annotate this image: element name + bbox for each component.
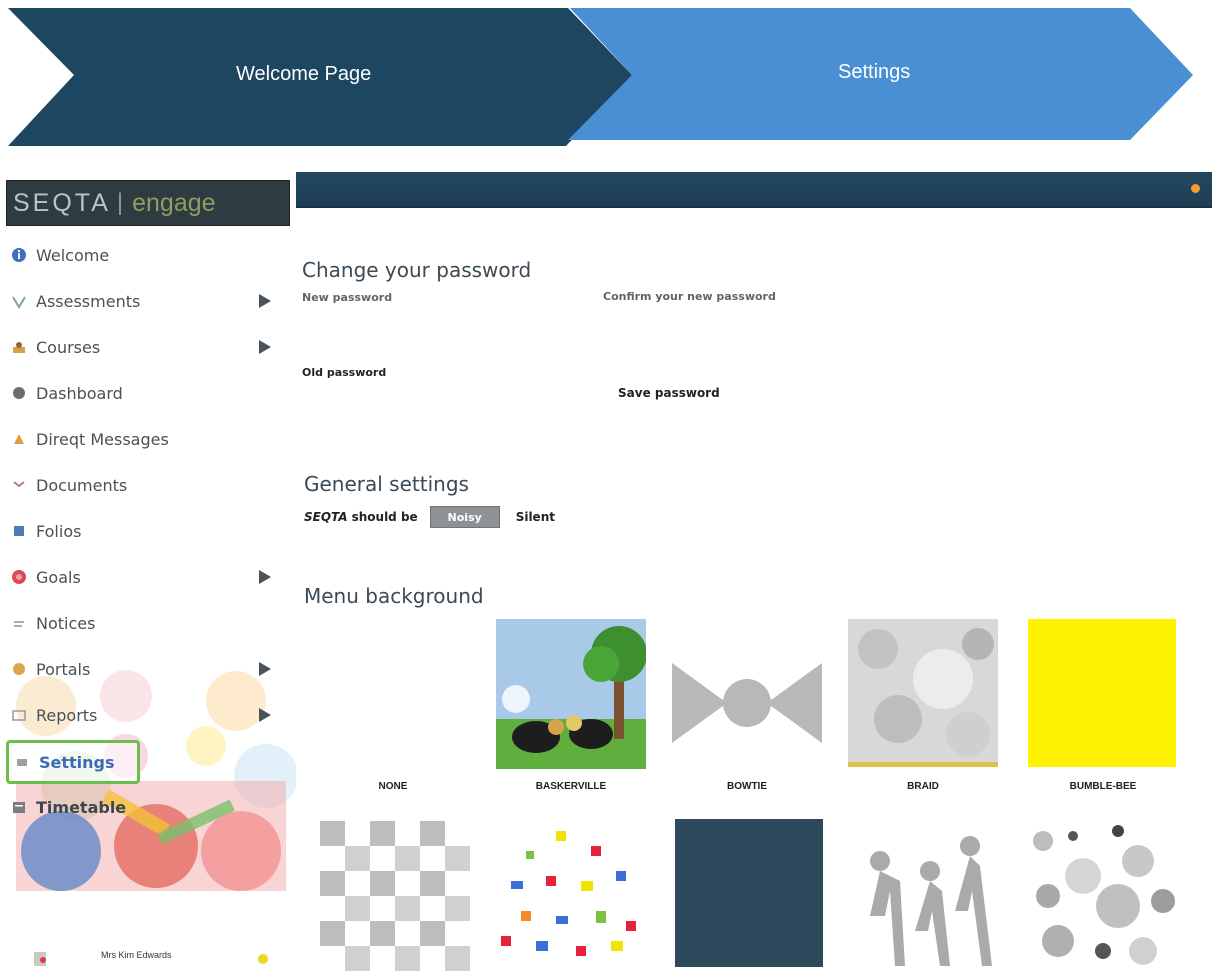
background-option-none[interactable] [318, 619, 468, 769]
sidebar-item-label: Settings [39, 752, 115, 772]
messages-icon [10, 430, 28, 448]
folios-icon [10, 522, 28, 540]
submenu-arrow-icon[interactable] [259, 570, 271, 584]
sidebar-item-label: Assessments [36, 291, 141, 311]
sidebar-item-goals[interactable]: Goals [6, 560, 291, 594]
sidebar-item-portals[interactable]: Portals [6, 652, 291, 686]
sidebar-item-label: Direqt Messages [36, 429, 169, 449]
sidebar-item-direqt-messages[interactable]: Direqt Messages [6, 422, 291, 456]
notification-dot-icon[interactable] [1191, 184, 1200, 193]
sidebar-item-documents[interactable]: Documents [6, 468, 291, 502]
background-option-dots[interactable] [1028, 821, 1178, 971]
sidebar-item-settings[interactable]: Settings [6, 740, 140, 784]
old-password-input[interactable] [302, 384, 562, 404]
background-option-bumble-bee[interactable] [1028, 619, 1178, 769]
background-option-checker[interactable] [320, 821, 470, 971]
top-bar [296, 172, 1212, 208]
save-password-button[interactable]: Save password [618, 386, 720, 400]
sidebar-item-label: Documents [36, 475, 128, 495]
background-label-bumble-bee: BUMBLE-BEE [1069, 781, 1137, 792]
dashboard-icon [10, 384, 28, 402]
background-option-denim[interactable] [675, 819, 825, 969]
sidebar-item-label: Goals [36, 567, 81, 587]
info-icon [10, 246, 28, 264]
user-name: Mrs Kim Edwards [101, 950, 172, 960]
submenu-arrow-icon[interactable] [259, 708, 271, 722]
assessments-icon [10, 292, 28, 310]
background-option-disco[interactable] [850, 821, 1000, 971]
background-label-baskerville: BASKERVILLE [535, 781, 607, 792]
settings-main: Change your password New password Confir… [300, 236, 1200, 977]
submenu-arrow-icon[interactable] [259, 294, 271, 308]
step-settings-label: Settings [838, 61, 911, 83]
step-welcome-label: Welcome Page [236, 63, 372, 85]
sound-toggle[interactable]: Noisy [429, 506, 500, 528]
submenu-arrow-icon[interactable] [259, 340, 271, 354]
sidebar-item-label: Reports [36, 705, 98, 725]
background-option-bowtie[interactable] [672, 628, 822, 778]
sidebar-item-label: Portals [36, 659, 91, 679]
sound-setting-row: SEQTA should be Noisy Silent [304, 506, 555, 528]
sidebar-item-welcome[interactable]: Welcome [6, 238, 291, 272]
background-option-baskerville[interactable] [496, 619, 646, 769]
sidebar-item-timetable[interactable]: Timetable [6, 790, 291, 824]
page-root: Welcome Page Settings SEQTA | engage Wel… [0, 0, 1213, 977]
avatar[interactable] [34, 952, 46, 966]
goals-icon [10, 568, 28, 586]
confirm-password-input[interactable] [603, 308, 863, 328]
logo-separator: | [116, 189, 127, 216]
timetable-icon [10, 798, 28, 816]
silent-option[interactable]: Silent [516, 510, 555, 524]
status-badge[interactable] [258, 954, 268, 964]
background-option-braid[interactable] [848, 619, 998, 769]
portals-icon [10, 660, 28, 678]
menu-background-title: Menu background [304, 584, 484, 608]
sidebar-item-dashboard[interactable]: Dashboard [6, 376, 291, 410]
notices-icon [10, 614, 28, 632]
sidebar-item-reports[interactable]: Reports [6, 698, 291, 732]
sidebar-item-label: Notices [36, 613, 96, 633]
background-option-confetti[interactable] [496, 821, 646, 971]
logo-seqta-text: SEQTA [13, 188, 111, 217]
settings-icon [13, 753, 31, 771]
sidebar-item-folios[interactable]: Folios [6, 514, 291, 548]
app-header: SEQTA | engage [6, 170, 1212, 232]
logo-engage-text: engage [132, 188, 216, 217]
sidebar-item-assessments[interactable]: Assessments [6, 284, 291, 318]
should-be-label: should be [351, 510, 418, 524]
sidebar-item-label: Welcome [36, 245, 110, 265]
submenu-arrow-icon[interactable] [259, 662, 271, 676]
user-panel: Mrs Kim Edwards [6, 944, 296, 974]
sidebar: Welcome Assessments Courses Dashboard Di… [6, 236, 296, 977]
new-password-input[interactable] [302, 308, 562, 328]
old-password-label: Old password [302, 366, 387, 379]
sidebar-item-notices[interactable]: Notices [6, 606, 291, 640]
sidebar-item-label: Timetable [36, 797, 127, 817]
sidebar-item-label: Dashboard [36, 383, 123, 403]
general-settings-title: General settings [304, 472, 469, 496]
sidebar-item-label: Courses [36, 337, 101, 357]
background-label-bowtie: BOWTIE [727, 781, 767, 792]
documents-icon [10, 476, 28, 494]
sidebar-item-courses[interactable]: Courses [6, 330, 291, 364]
step-banner [8, 8, 1193, 146]
seqta-label: SEQTA [304, 510, 348, 524]
courses-icon [10, 338, 28, 356]
sidebar-item-label: Folios [36, 521, 82, 541]
reports-icon [10, 706, 28, 724]
change-password-title: Change your password [302, 258, 532, 282]
confirm-password-label: Confirm your new password [603, 290, 776, 303]
seqta-logo[interactable]: SEQTA | engage [6, 180, 290, 226]
new-password-label: New password [302, 291, 393, 304]
background-label-none: NONE [378, 781, 408, 792]
background-label-braid: BRAID [907, 781, 939, 792]
